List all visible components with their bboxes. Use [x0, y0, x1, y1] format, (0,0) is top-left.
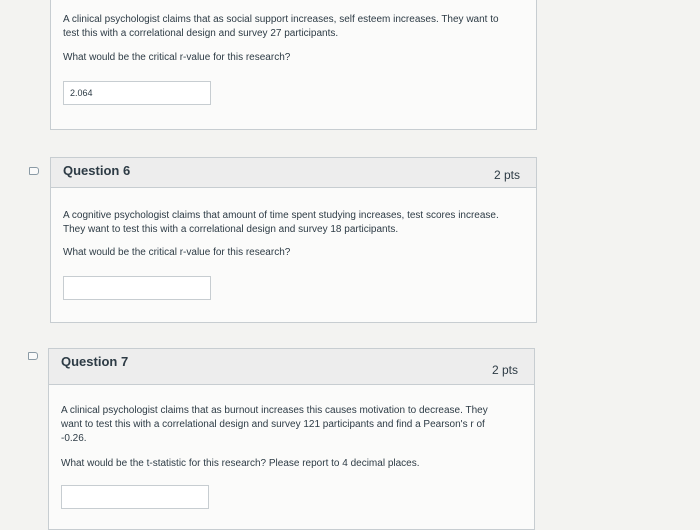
question-5-question: What would be the critical r-value for t…	[63, 52, 291, 63]
question-6-header: Question 6 2 pts	[51, 158, 536, 188]
question-7-header: Question 7 2 pts	[49, 349, 534, 385]
question-7-prompt-line-3: -0.26.	[61, 433, 87, 444]
question-7-points: 2 pts	[491, 363, 518, 377]
question-6-title: Question 6	[63, 163, 131, 178]
question-6-prompt-line-2: They want to test this with a correlatio…	[63, 224, 399, 235]
question-7-answer-input[interactable]	[61, 485, 209, 509]
question-6-question: What would be the critical r-value for t…	[63, 247, 291, 258]
question-7-prompt-line-1: A clinical psychologist claims that as b…	[61, 405, 488, 416]
question-5-card: A clinical psychologist claims that as s…	[50, 0, 537, 130]
question-5-prompt-line-1: A clinical psychologist claims that as s…	[63, 14, 499, 25]
question-6-card: Question 6 2 pts A cognitive psychologis…	[50, 157, 537, 323]
question-5-answer-input[interactable]: 2.064	[63, 81, 211, 105]
flag-question-7-icon[interactable]	[28, 352, 38, 360]
question-7-card: Question 7 2 pts A clinical psychologist…	[48, 348, 535, 530]
question-6-prompt-line-1: A cognitive psychologist claims that amo…	[63, 210, 499, 221]
question-6-points: 2 pts	[493, 168, 520, 182]
flag-question-6-icon[interactable]	[29, 167, 39, 175]
question-7-title: Question 7	[61, 354, 129, 369]
question-7-prompt-line-2: want to test this with a correlational d…	[61, 419, 485, 430]
question-5-prompt-line-2: test this with a correlational design an…	[63, 28, 339, 39]
question-7-question: What would be the t-statistic for this r…	[61, 458, 420, 469]
question-6-answer-input[interactable]	[63, 276, 211, 300]
